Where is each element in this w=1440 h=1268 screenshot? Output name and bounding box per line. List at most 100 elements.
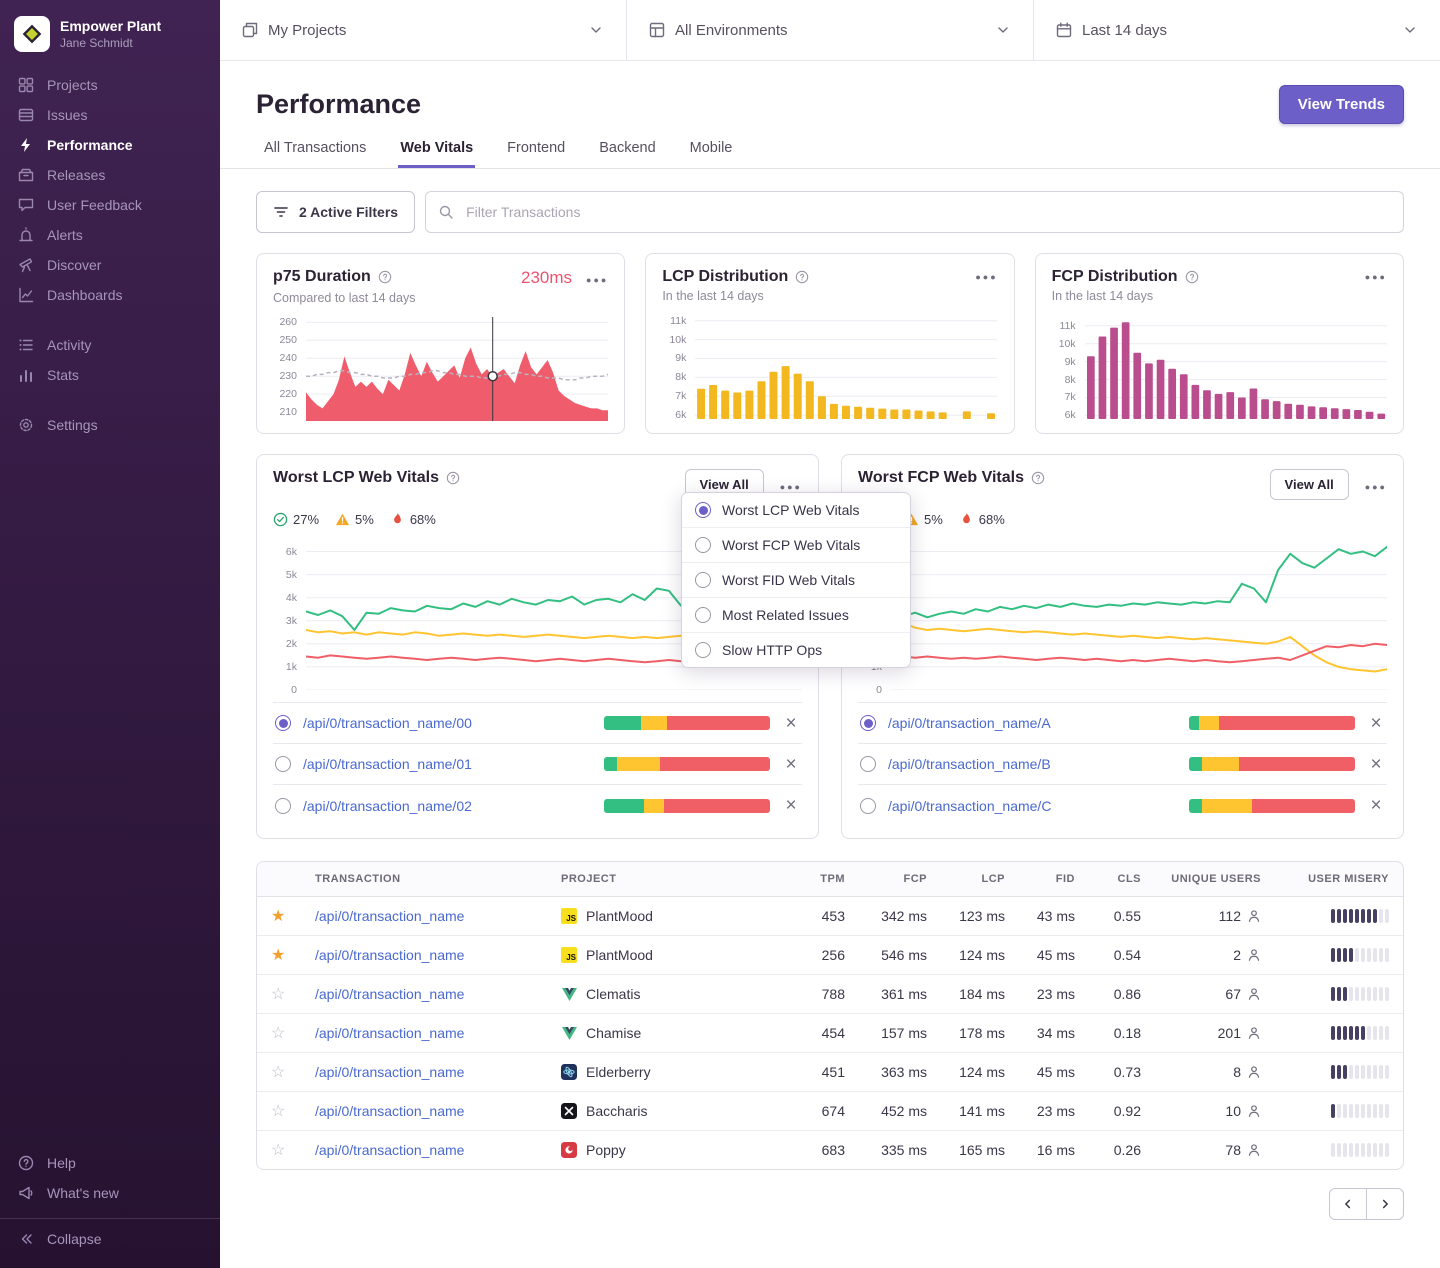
info-icon[interactable] [1185,270,1199,284]
star-toggle[interactable]: ☆ [271,1025,285,1042]
transaction-link[interactable]: /api/0/transaction_name/C [888,798,1051,814]
radio-button[interactable] [860,756,876,772]
tab-backend[interactable]: Backend [597,140,657,168]
card-menu-button[interactable]: ●●● [586,271,608,285]
column-header-tpm[interactable]: TPM [797,862,859,897]
project-name[interactable]: Chamise [586,1025,641,1041]
active-filters-button[interactable]: 2 Active Filters [256,191,415,233]
star-toggle[interactable]: ☆ [271,1103,285,1120]
column-header-cls[interactable]: CLS [1089,862,1155,897]
dropdown-item-worst-fcp-web-vitals[interactable]: Worst FCP Web Vitals [682,527,910,562]
table-row: ☆ /api/0/transaction_name Poppy 683 335 … [257,1131,1403,1170]
column-header-lcp[interactable]: LCP [941,862,1019,897]
view-all-button[interactable]: View All [1270,469,1349,500]
environment-selector[interactable]: All Environments [627,0,1034,60]
transaction-link[interactable]: /api/0/transaction_name [315,1103,464,1119]
star-toggle[interactable]: ★ [271,908,285,925]
transaction-link[interactable]: /api/0/transaction_name [315,986,464,1002]
dropdown-item-most-related-issues[interactable]: Most Related Issues [682,597,910,632]
transaction-link[interactable]: /api/0/transaction_name/02 [303,798,472,814]
user-misery-bars [1289,1065,1389,1079]
lcp-distribution-chart [695,315,997,419]
sidebar-item-releases[interactable]: Releases [0,160,220,190]
card-menu-button[interactable]: ●●● [780,478,802,492]
dropdown-item-worst-lcp-web-vitals[interactable]: Worst LCP Web Vitals [682,493,910,527]
sidebar-item-alerts[interactable]: Alerts [0,220,220,250]
sidebar-item-user-feedback[interactable]: User Feedback [0,190,220,220]
card-menu-button[interactable]: ●●● [975,268,997,282]
view-trends-button[interactable]: View Trends [1279,85,1404,124]
next-page-button[interactable] [1366,1188,1404,1220]
sidebar-item-collapse[interactable]: Collapse [0,1218,220,1254]
info-icon[interactable] [795,270,809,284]
column-header-user-misery[interactable]: USER MISERY [1275,862,1403,897]
transaction-link[interactable]: /api/0/transaction_name [315,1064,464,1080]
project-name[interactable]: Baccharis [586,1103,647,1119]
star-toggle[interactable]: ☆ [271,1064,285,1081]
sidebar-item-label: Stats [47,367,79,383]
dropdown-item-worst-fid-web-vitals[interactable]: Worst FID Web Vitals [682,562,910,597]
transaction-link[interactable]: /api/0/transaction_name/B [888,756,1051,772]
close-icon[interactable]: × [1367,755,1385,774]
transaction-link[interactable]: /api/0/transaction_name [315,1142,464,1158]
sidebar-item-performance[interactable]: Performance [0,130,220,160]
project-name[interactable]: Elderberry [586,1064,651,1080]
sidebar-item-issues[interactable]: Issues [0,100,220,130]
sidebar-item-help[interactable]: Help [0,1148,220,1178]
tab-web-vitals[interactable]: Web Vitals [398,140,475,168]
column-header-project[interactable]: PROJECT [547,862,797,897]
chevron-down-icon [1402,22,1418,38]
card-menu-button[interactable]: ●●● [1365,478,1387,492]
project-name[interactable]: Clematis [586,986,640,1002]
radio-button[interactable] [275,715,291,731]
bar-segment [1239,757,1355,771]
radio-button[interactable] [860,798,876,814]
project-name[interactable]: Poppy [586,1142,626,1158]
close-icon[interactable]: × [1367,714,1385,733]
column-header-fid[interactable]: FID [1019,862,1089,897]
project-selector[interactable]: My Projects [220,0,627,60]
radio-button[interactable] [275,756,291,772]
radio-button[interactable] [860,715,876,731]
project-name[interactable]: PlantMood [586,947,653,963]
tab-frontend[interactable]: Frontend [505,140,567,168]
close-icon[interactable]: × [782,796,800,815]
transaction-link[interactable]: /api/0/transaction_name/A [888,715,1051,731]
star-toggle[interactable]: ★ [271,947,285,964]
page-title: Performance [256,89,421,120]
column-header-fcp[interactable]: FCP [859,862,941,897]
sidebar-item-what-s-new[interactable]: What's new [0,1178,220,1208]
prev-page-button[interactable] [1329,1188,1367,1220]
column-header-unique-users[interactable]: UNIQUE USERS [1155,862,1275,897]
card-menu-button[interactable]: ●●● [1365,268,1387,282]
sidebar-item-activity[interactable]: Activity [0,330,220,360]
column-header-transaction[interactable]: TRANSACTION [301,862,547,897]
sidebar-item-stats[interactable]: Stats [0,360,220,390]
close-icon[interactable]: × [782,714,800,733]
sidebar-item-projects[interactable]: Projects [0,70,220,100]
date-range-selector[interactable]: Last 14 days [1034,0,1440,60]
sidebar-item-settings[interactable]: Settings [0,410,220,440]
search-transactions-input[interactable] [425,191,1404,233]
transaction-link[interactable]: /api/0/transaction_name/00 [303,715,472,731]
close-icon[interactable]: × [1367,796,1385,815]
org-switcher[interactable]: Empower Plant Jane Schmidt [0,0,220,70]
sidebar-item-discover[interactable]: Discover [0,250,220,280]
tab-all-transactions[interactable]: All Transactions [262,140,368,168]
transaction-link[interactable]: /api/0/transaction_name [315,1025,464,1041]
dropdown-item-slow-http-ops[interactable]: Slow HTTP Ops [682,632,910,667]
star-toggle[interactable]: ☆ [271,1142,285,1159]
chevron-right-icon [1378,1197,1392,1211]
info-icon[interactable] [378,270,392,284]
close-icon[interactable]: × [782,755,800,774]
info-icon[interactable] [1031,471,1045,485]
transaction-link[interactable]: /api/0/transaction_name [315,908,464,924]
radio-button[interactable] [275,798,291,814]
sidebar-item-dashboards[interactable]: Dashboards [0,280,220,310]
info-icon[interactable] [446,471,460,485]
project-name[interactable]: PlantMood [586,908,653,924]
transaction-link[interactable]: /api/0/transaction_name/01 [303,756,472,772]
transaction-link[interactable]: /api/0/transaction_name [315,947,464,963]
tab-mobile[interactable]: Mobile [688,140,735,168]
star-toggle[interactable]: ☆ [271,986,285,1003]
